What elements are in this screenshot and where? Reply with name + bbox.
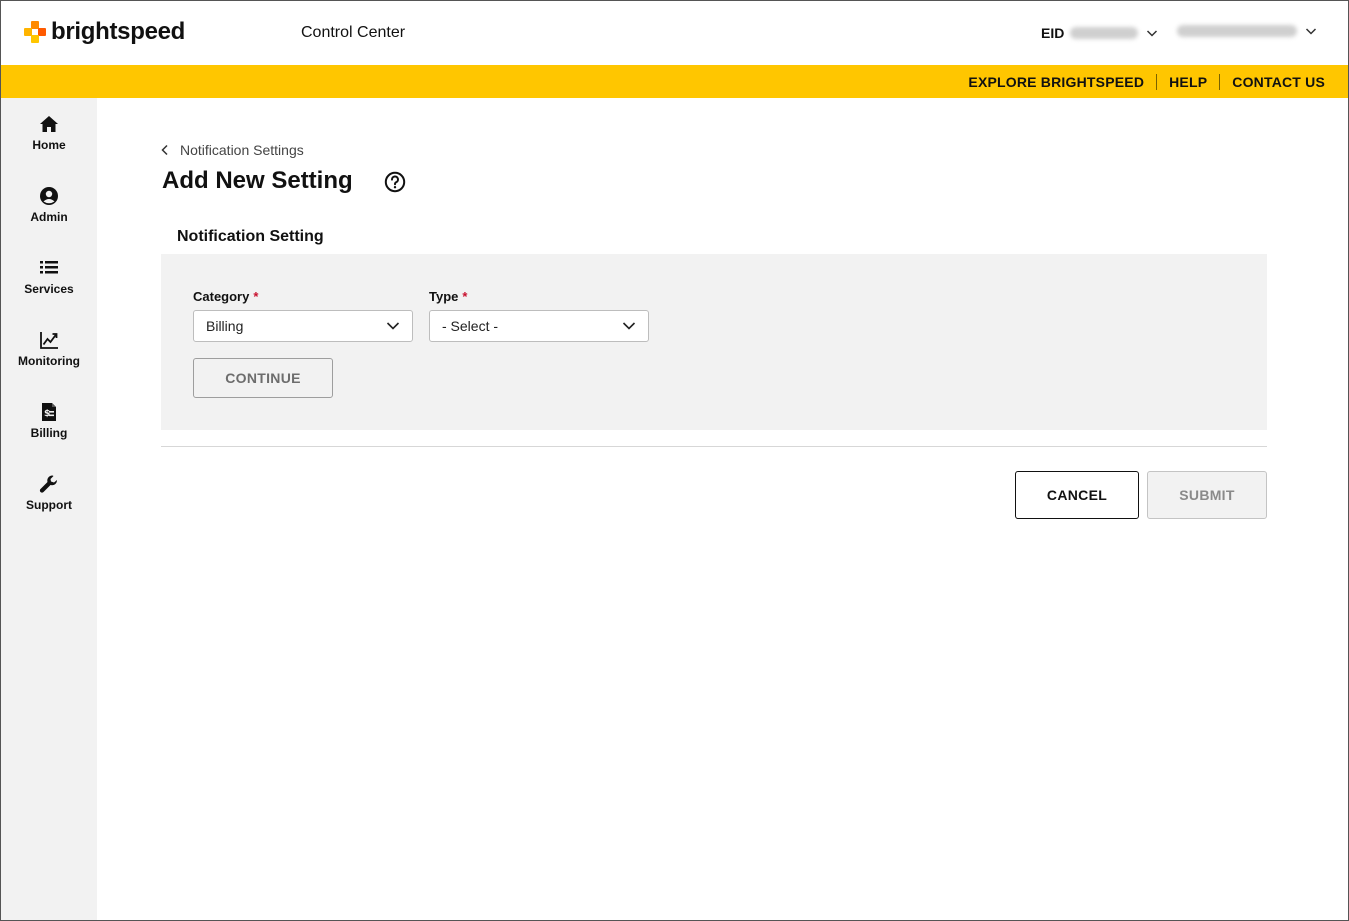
breadcrumb[interactable]: Notification Settings <box>160 142 304 158</box>
category-label-text: Category <box>193 289 250 304</box>
sidebar-item-home[interactable]: Home <box>1 114 97 174</box>
user-selector[interactable] <box>1171 25 1317 37</box>
sidebar-item-label: Billing <box>30 426 68 440</box>
list-icon <box>40 261 58 274</box>
type-select[interactable]: - Select - <box>429 310 649 342</box>
category-select-value: Billing <box>206 318 244 334</box>
explore-brightspeed-link[interactable]: EXPLORE BRIGHTSPEED <box>968 74 1144 90</box>
sidebar-item-label: Home <box>32 138 66 152</box>
type-label-text: Type <box>429 289 459 304</box>
submit-button[interactable]: SUBMIT <box>1147 471 1267 519</box>
divider <box>161 446 1267 447</box>
sidebar-item-monitoring[interactable]: Monitoring <box>1 330 97 390</box>
help-link[interactable]: HELP <box>1169 74 1207 90</box>
user-circle-icon <box>40 187 58 205</box>
sidebar-item-admin[interactable]: Admin <box>1 186 97 246</box>
chevron-down-icon <box>1147 30 1158 37</box>
sidebar-item-label: Admin <box>30 210 68 224</box>
separator <box>1156 74 1158 90</box>
wrench-icon <box>39 475 58 493</box>
continue-button[interactable]: CONTINUE <box>193 358 333 398</box>
brightspeed-logo[interactable]: brightspeed <box>24 18 185 46</box>
utility-bar: EXPLORE BRIGHTSPEED HELP CONTACT US <box>1 65 1348 98</box>
required-mark: * <box>253 289 259 304</box>
required-mark: * <box>462 289 468 304</box>
notification-setting-panel <box>161 254 1267 430</box>
type-label: Type * <box>429 289 467 304</box>
breadcrumb-back-link[interactable]: Notification Settings <box>180 142 304 158</box>
separator <box>1219 74 1221 90</box>
home-icon <box>40 116 58 132</box>
chevron-left-icon <box>161 144 168 156</box>
category-label: Category * <box>193 289 258 304</box>
sidebar-item-label: Monitoring <box>18 354 80 368</box>
sidebar-item-services[interactable]: Services <box>1 258 97 318</box>
help-circle-icon[interactable] <box>384 171 406 193</box>
app-frame <box>0 0 1349 921</box>
eid-value-redacted <box>1070 27 1139 39</box>
sidebar-item-support[interactable]: Support <box>1 474 97 534</box>
category-select[interactable]: Billing <box>193 310 413 342</box>
type-select-value: - Select - <box>442 318 499 334</box>
contact-us-link[interactable]: CONTACT US <box>1232 74 1325 90</box>
user-value-redacted <box>1177 25 1297 37</box>
brightspeed-logo-icon <box>24 21 46 43</box>
top-header: brightspeed Control Center EID <box>1 1 1348 65</box>
app-title: Control Center <box>301 24 406 41</box>
chevron-down-icon <box>622 322 636 330</box>
eid-label: EID <box>1041 25 1065 41</box>
page-title: Add New Setting <box>162 167 353 194</box>
sidebar-item-label: Support <box>26 498 72 512</box>
sidebar-item-label: Services <box>24 282 74 296</box>
svg-text:$: $ <box>44 409 50 419</box>
chart-line-icon <box>40 332 58 349</box>
chevron-down-icon <box>1305 28 1317 35</box>
sidebar: Home Admin Services Monitoring $ Billing… <box>1 98 97 920</box>
sidebar-item-billing[interactable]: $ Billing <box>1 402 97 462</box>
section-title: Notification Setting <box>177 228 324 245</box>
eid-selector[interactable]: EID <box>1041 25 1158 41</box>
chevron-down-icon <box>386 322 400 330</box>
invoice-dollar-icon: $ <box>42 403 56 421</box>
logo-text: brightspeed <box>51 18 186 45</box>
cancel-button[interactable]: CANCEL <box>1015 471 1139 519</box>
